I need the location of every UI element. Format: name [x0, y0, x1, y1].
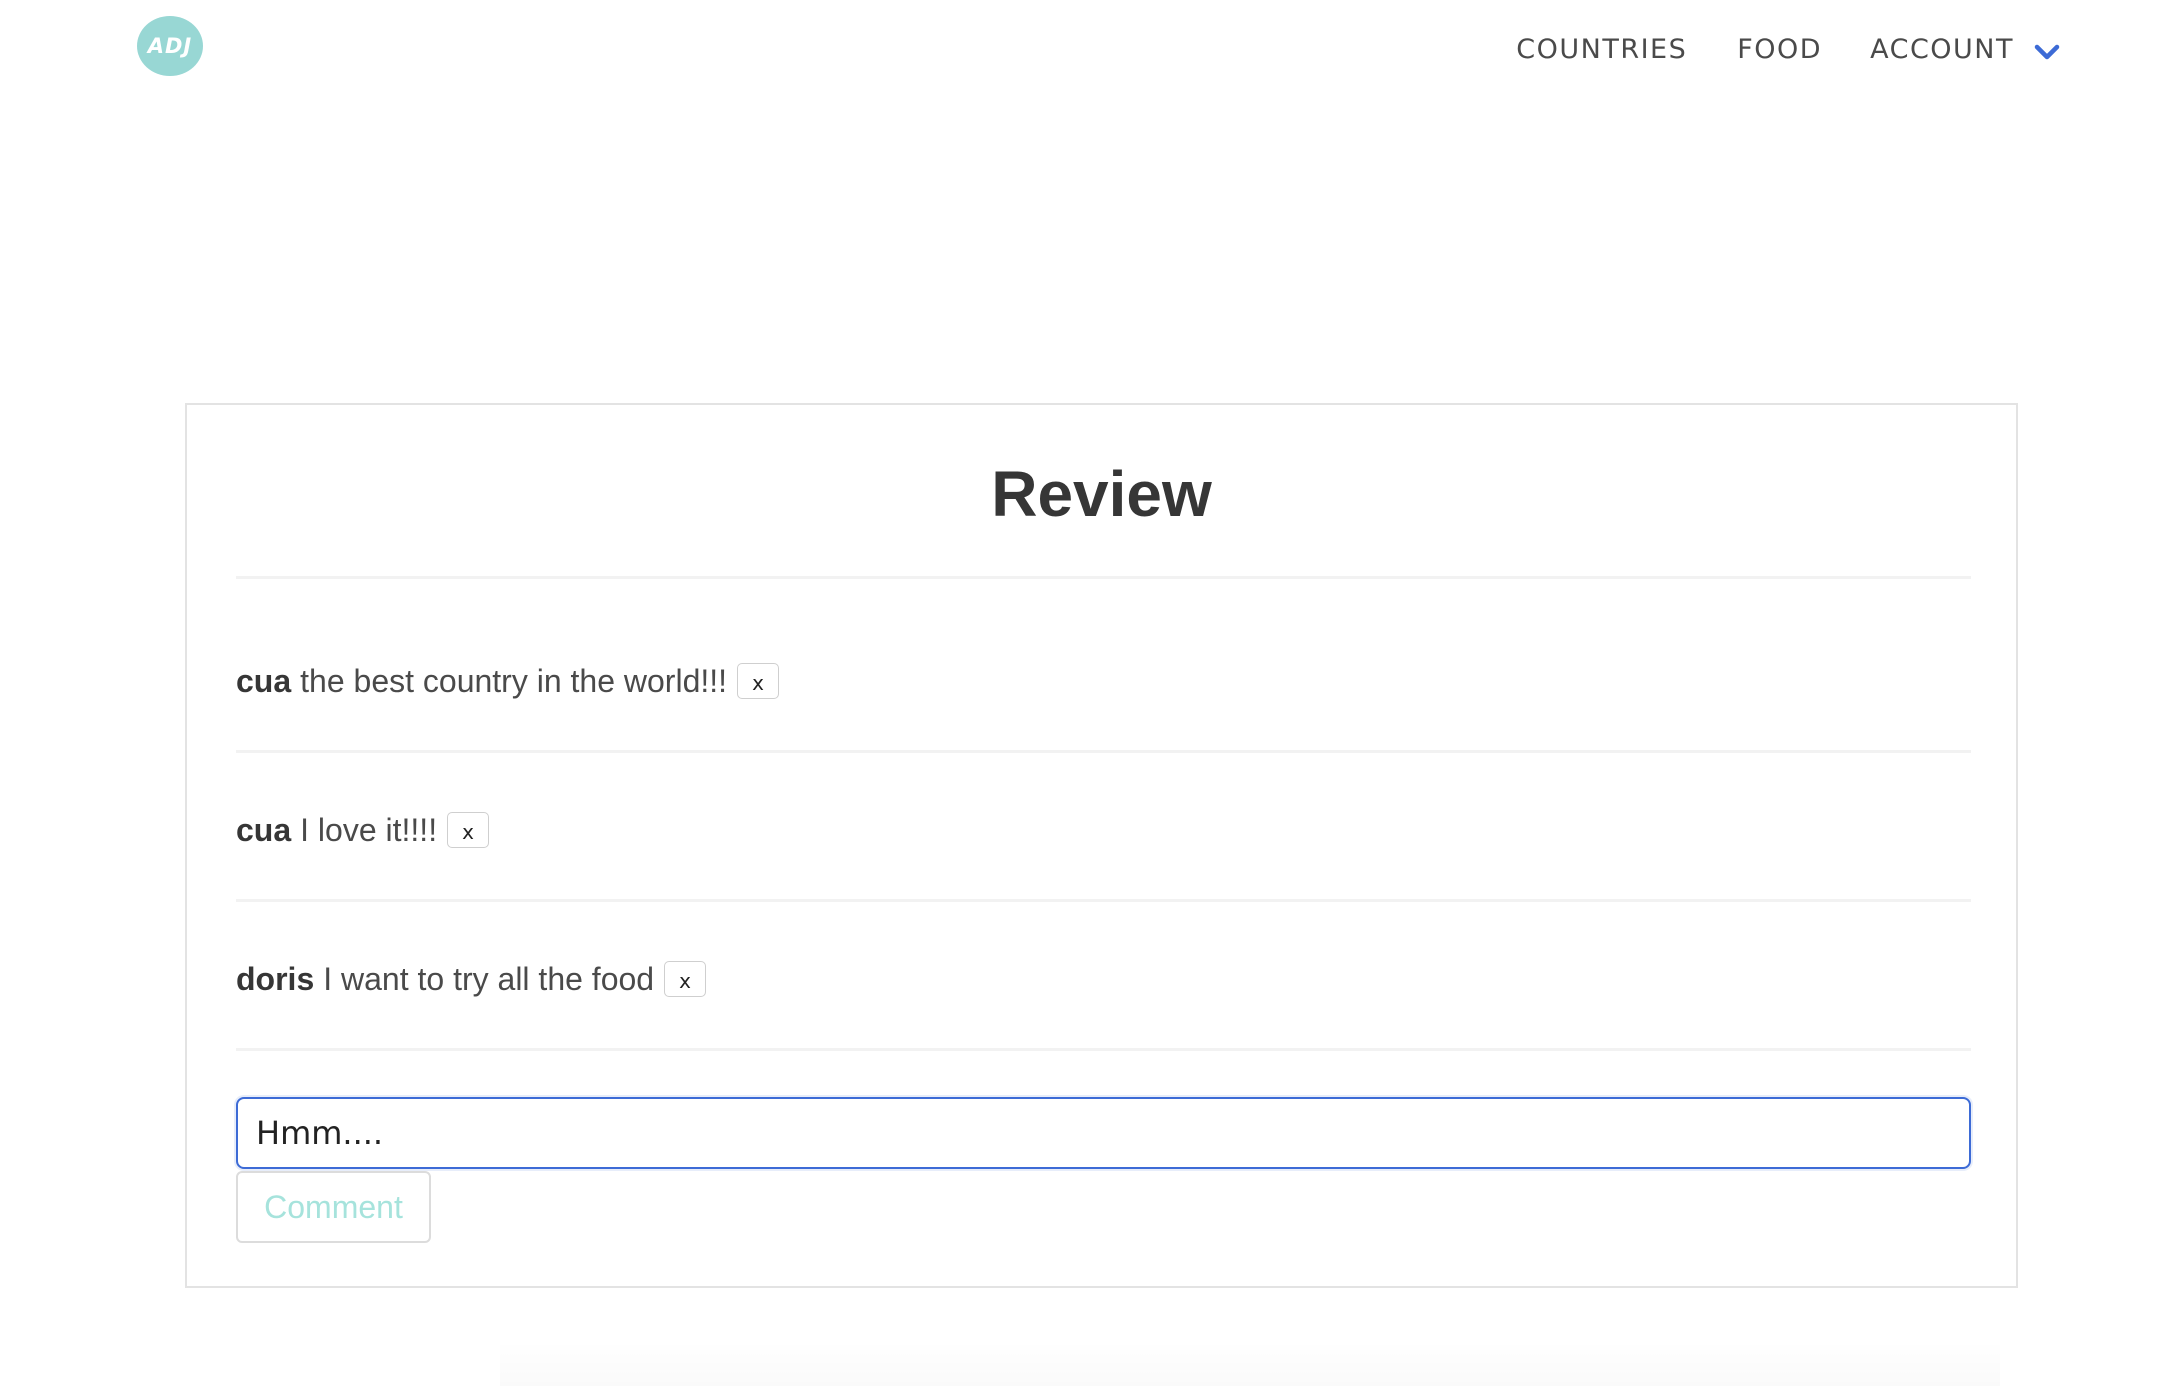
review-text: I want to try all the food: [323, 960, 655, 997]
nav-links: COUNTRIES FOOD ACCOUNT: [1466, 28, 2060, 70]
divider: [236, 1048, 1971, 1051]
chevron-down-icon: [2034, 44, 2060, 60]
comment-input[interactable]: [236, 1097, 1971, 1169]
review-item: cua the best country in the world!!! x: [236, 656, 780, 706]
nav-account-label: ACCOUNT: [1870, 33, 2014, 65]
delete-review-button[interactable]: x: [737, 663, 780, 699]
comment-button[interactable]: Comment: [236, 1171, 431, 1243]
nav-food[interactable]: FOOD: [1737, 34, 1822, 65]
nav-countries[interactable]: COUNTRIES: [1516, 34, 1687, 65]
divider: [236, 576, 1971, 579]
page: ADJ COUNTRIES FOOD ACCOUNT Review cua th…: [0, 0, 2158, 1386]
review-item: doris I want to try all the food x: [236, 954, 707, 1004]
review-item: cua I love it!!!! x: [236, 805, 490, 855]
divider: [236, 750, 1971, 753]
nav-account-dropdown[interactable]: ACCOUNT: [1870, 34, 2060, 65]
review-title: Review: [991, 458, 1212, 530]
review-user: cua: [236, 811, 292, 848]
review-user: cua: [236, 662, 292, 699]
logo-text: ADJ: [147, 34, 193, 58]
logo[interactable]: ADJ: [137, 16, 203, 76]
delete-review-button[interactable]: x: [664, 961, 707, 997]
review-text: the best country in the world!!!: [300, 662, 728, 699]
navbar: ADJ COUNTRIES FOOD ACCOUNT: [0, 0, 2158, 96]
divider: [236, 899, 1971, 902]
review-text: I love it!!!!: [300, 811, 438, 848]
delete-review-button[interactable]: x: [447, 812, 490, 848]
bottom-shadow: [500, 1340, 2000, 1386]
review-user: doris: [236, 960, 315, 997]
review-card: Review cua the best country in the world…: [185, 403, 2018, 1288]
